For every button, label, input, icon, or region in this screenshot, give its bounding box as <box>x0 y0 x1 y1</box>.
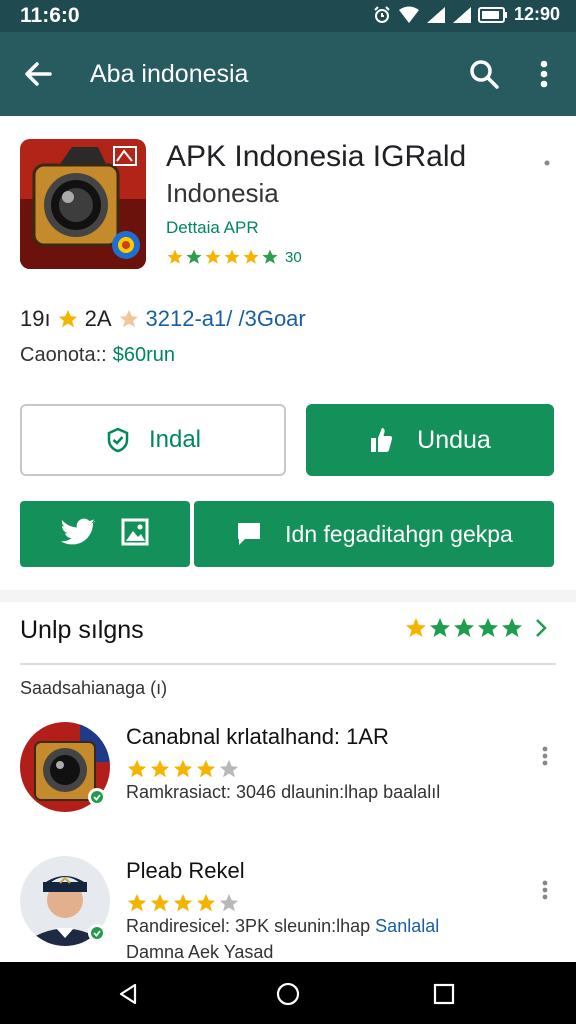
status-bar: 11:6:0 12:90 <box>0 0 576 32</box>
more-dot-icon <box>544 160 550 166</box>
price-row: Caonota:: $60run <box>20 344 175 367</box>
reviews-divider <box>20 663 556 665</box>
more-vert-icon <box>542 746 548 766</box>
chevron-right-icon <box>536 619 547 637</box>
image-icon <box>121 518 149 545</box>
signal-icon <box>426 6 446 24</box>
content: APK Indonesia IGRald Indonesia Dettaia A… <box>0 116 576 962</box>
nav-back-button[interactable] <box>108 974 148 1014</box>
review-more-button[interactable] <box>538 744 552 768</box>
nav-back-icon <box>119 983 137 1005</box>
reviews-section-stars[interactable] <box>404 616 548 640</box>
battery-icon <box>477 6 508 23</box>
section-divider <box>0 590 576 602</box>
review-stars <box>126 758 240 780</box>
reviewer-name: Canabnal krlatalhand: 1AR <box>126 724 389 749</box>
more-vert-icon <box>542 880 548 900</box>
app-subtitle: Indonesia <box>166 178 279 208</box>
reviewer-name: Pleab Rekel <box>126 858 245 883</box>
back-button[interactable] <box>16 52 60 96</box>
chat-icon <box>238 523 261 545</box>
share-buttons <box>20 501 190 567</box>
review-item: Pleab Rekel Randiresicel: 3PK sleunin:lh… <box>20 854 566 964</box>
search-icon <box>470 60 499 89</box>
shield-check-icon <box>107 427 129 453</box>
review-more-button[interactable] <box>538 878 552 902</box>
more-vert-icon <box>540 60 548 88</box>
price-label: Caonota:: <box>20 344 107 366</box>
section-star-row <box>404 616 524 640</box>
status-right-text: 12:90 <box>513 4 560 24</box>
review-text: Ramkrasiact: 3046 dlaunin:lhap baalalıl <box>126 782 441 802</box>
install-button[interactable]: Indal <box>20 404 286 476</box>
navigation-bar <box>0 962 576 1024</box>
star-icon <box>58 309 77 328</box>
review-stars <box>126 892 240 914</box>
review-text-secondary: Damna Aek Yasad <box>126 942 274 962</box>
review-text: Randiresicel: 3PK sleunin:lhap Sanlalal <box>126 916 439 937</box>
search-button[interactable] <box>462 52 506 96</box>
app-name: APK Indonesia IGRald <box>166 140 467 173</box>
feedback-button[interactable]: Idn fegaditahgn gekpa <box>194 501 554 567</box>
nav-recents-button[interactable] <box>424 974 464 1014</box>
nav-home-icon <box>276 982 300 1006</box>
app-icon[interactable] <box>20 139 146 269</box>
reviews-section-title: Unlp sılgns <box>20 616 144 644</box>
app-header-more-button[interactable] <box>540 156 554 170</box>
alarm-icon <box>372 5 392 25</box>
status-time: 11:6:0 <box>20 4 80 27</box>
meta-rating: 2A <box>84 306 112 331</box>
nav-recents-icon <box>433 983 455 1005</box>
meta-size[interactable]: 3212-a1/ /3Goar <box>146 306 306 332</box>
nav-home-button[interactable] <box>268 974 308 1014</box>
review-text-plain: Randiresicel: 3PK sleunin:lhap <box>126 916 371 936</box>
developer-link[interactable]: Dettaia APR <box>166 218 259 238</box>
download-label: Undua <box>417 425 491 454</box>
image-share-button[interactable] <box>121 518 149 551</box>
twitter-icon <box>61 518 96 544</box>
price-value: $60run <box>112 344 176 366</box>
meta-downloads: 19ı <box>20 306 51 331</box>
wifi-icon <box>398 6 420 24</box>
arrow-left-icon <box>25 62 52 86</box>
app-bar: Aba indonesia <box>0 32 576 116</box>
app-bar-title: Aba indonesia <box>90 60 249 88</box>
status-icons: 12:90 <box>372 4 560 25</box>
verified-badge-icon <box>88 788 106 806</box>
signal-2-icon <box>452 6 472 24</box>
download-button[interactable]: Undua <box>306 404 554 476</box>
verified-badge-icon <box>88 924 106 942</box>
more-options-button[interactable] <box>526 52 562 96</box>
meta-row: 19ı 2A 3212-a1/ /3Goar <box>20 306 306 332</box>
star-outline-icon <box>119 309 138 328</box>
app-rating: 30 <box>166 248 302 266</box>
rating-count: 30 <box>285 248 302 266</box>
install-label: Indal <box>148 426 202 453</box>
twitter-share-button[interactable] <box>61 518 96 551</box>
review-text-link[interactable]: Sanlalal <box>375 916 439 936</box>
rating-stars <box>166 248 279 266</box>
review-item: Canabnal krlatalhand: 1AR Ramkrasiact: 3… <box>20 720 566 830</box>
reviews-section-subtitle: Saadsahianaga (ı) <box>20 678 168 698</box>
feedback-label: Idn fegaditahgn gekpa <box>285 520 513 547</box>
thumb-up-icon <box>371 428 393 452</box>
